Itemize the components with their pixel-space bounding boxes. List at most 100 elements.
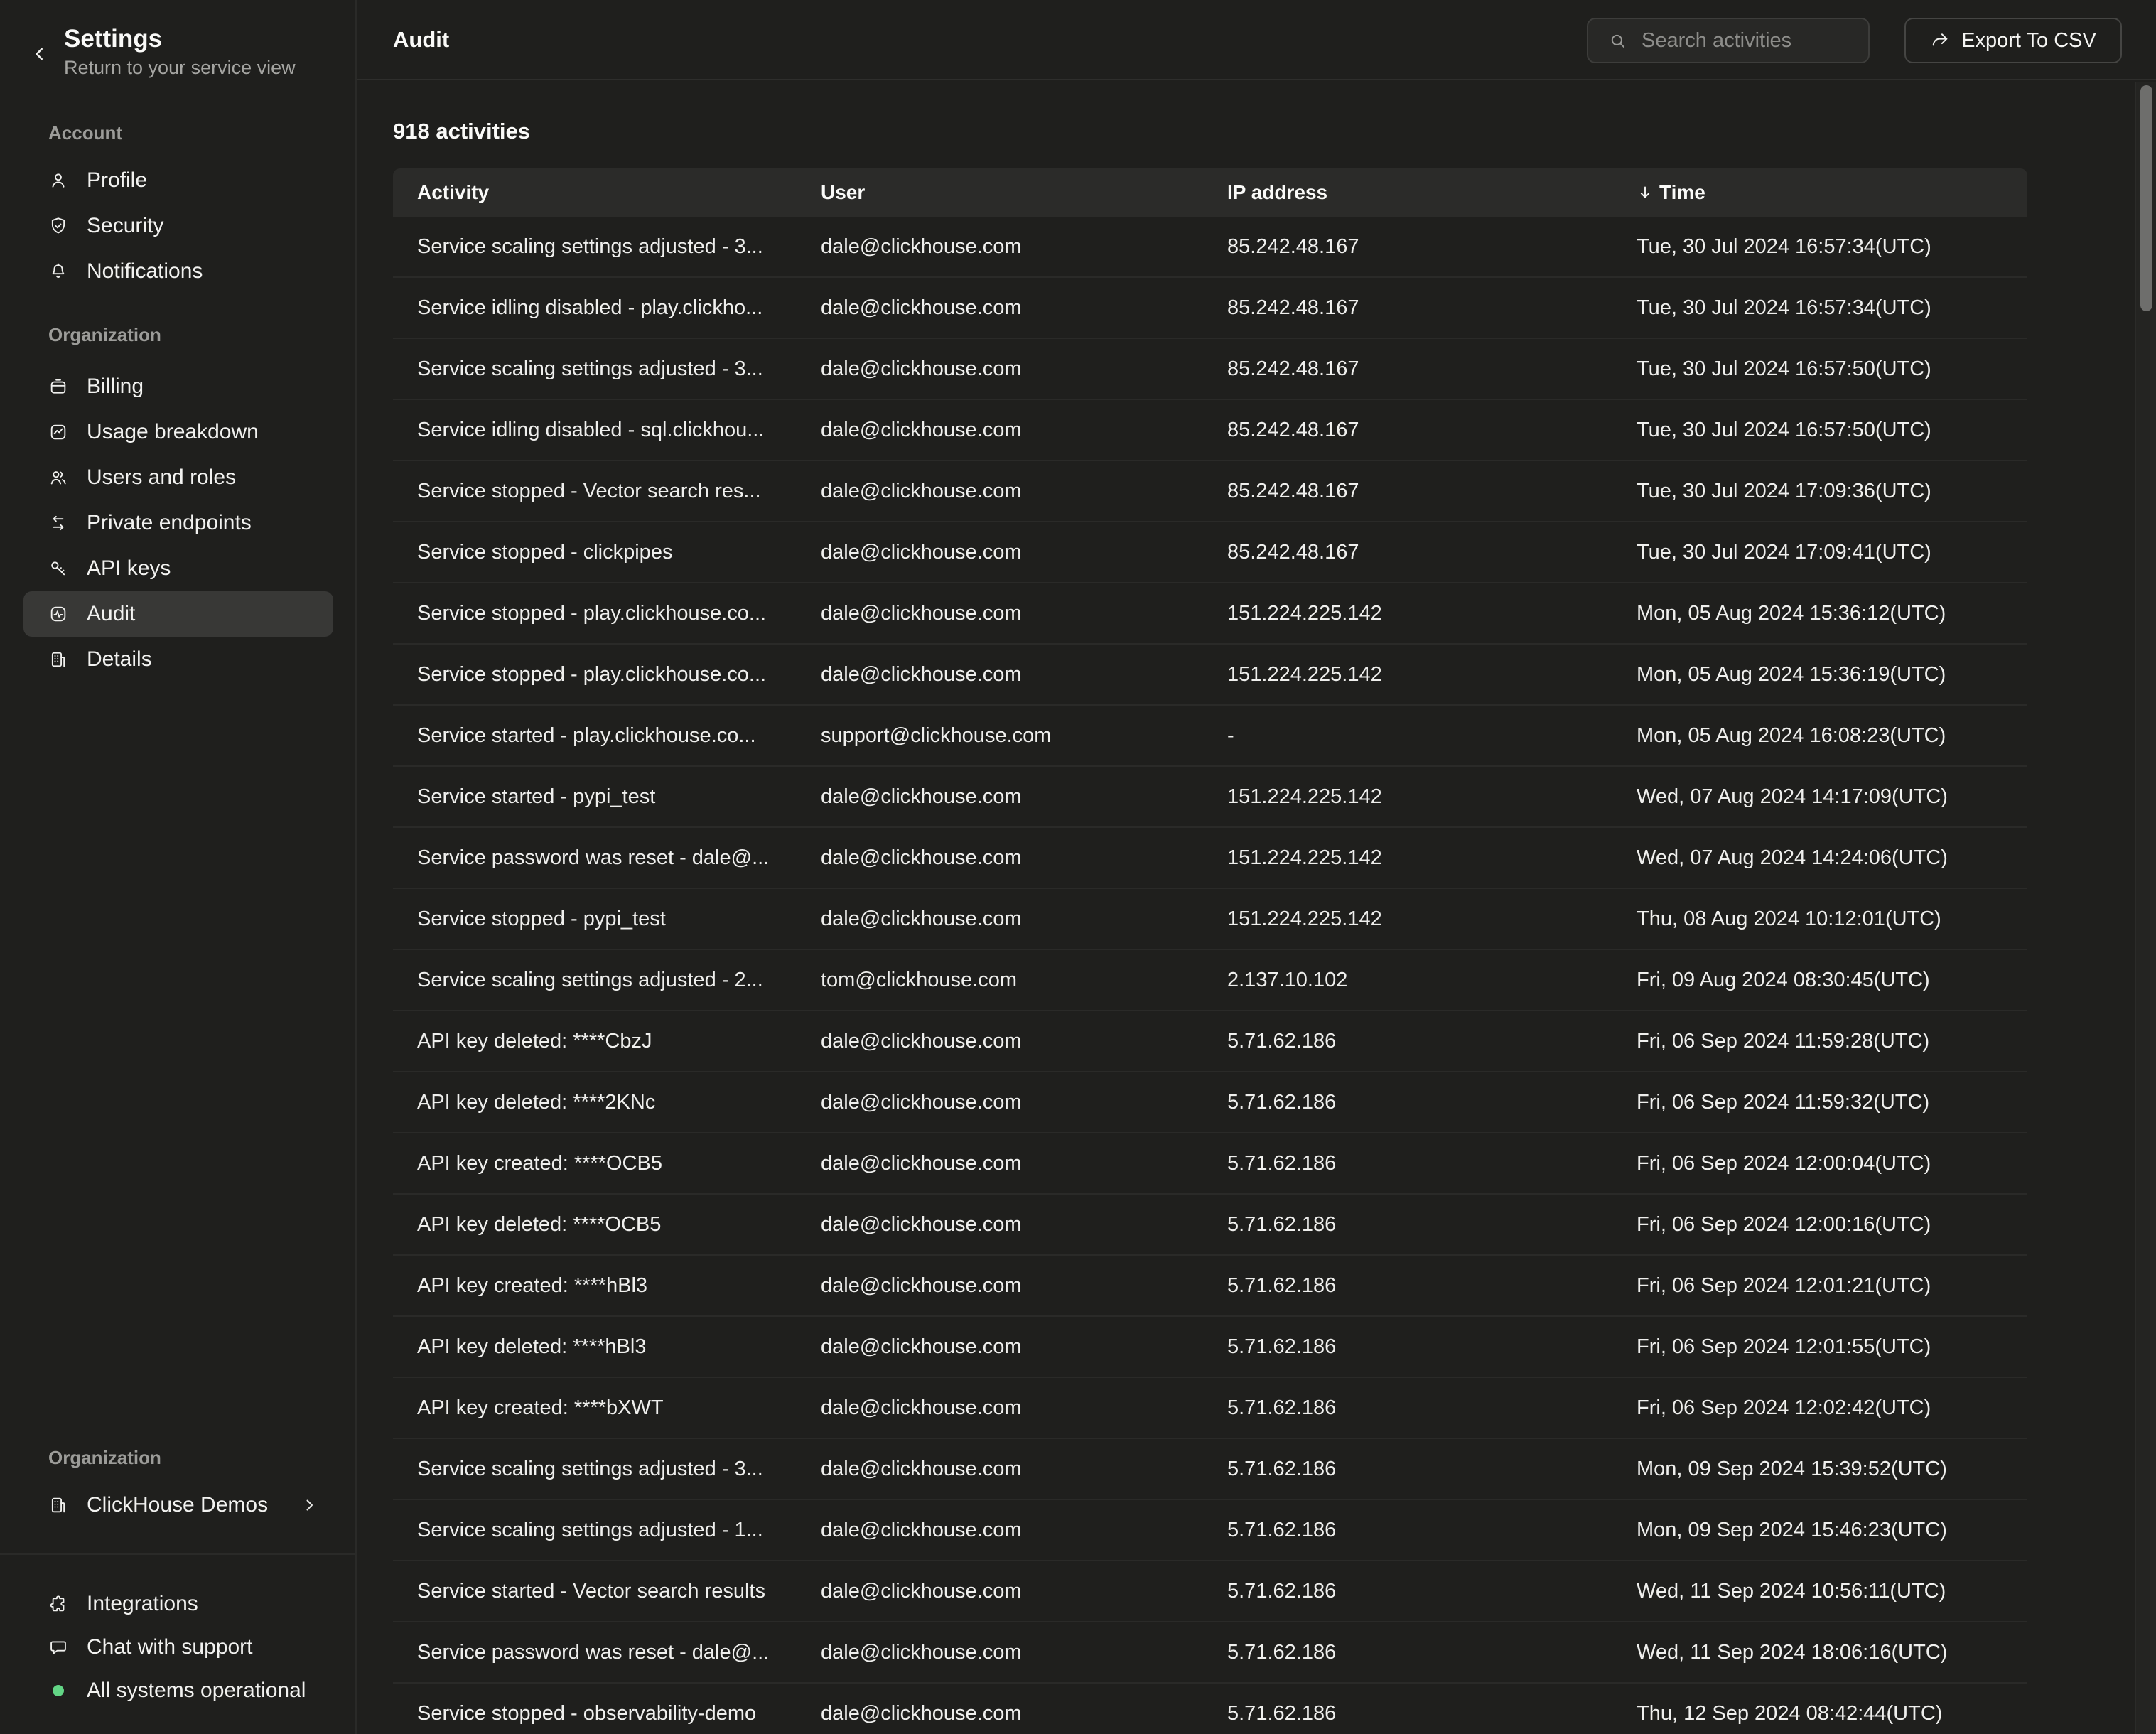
user-icon [48,171,68,190]
cell-time: Thu, 08 Aug 2024 10:12:01(UTC) [1637,908,2027,931]
scrollbar-thumb[interactable] [2140,85,2152,311]
cell-user: dale@clickhouse.com [821,541,1227,564]
cell-user: dale@clickhouse.com [821,1274,1227,1298]
cell-user: dale@clickhouse.com [821,357,1227,381]
table-row[interactable]: Service password was reset - dale@... da… [393,828,2027,889]
sidebar-item-label: Chat with support [87,1635,252,1659]
sidebar-item-usage-breakdown[interactable]: Usage breakdown [23,409,333,455]
billing-icon [48,377,68,397]
sidebar-item-private-endpoints[interactable]: Private endpoints [23,500,333,546]
cell-user: dale@clickhouse.com [821,419,1227,442]
cell-ip-address: 151.224.225.142 [1227,908,1637,931]
cell-activity: API key deleted: ****OCB5 [417,1213,821,1237]
cell-user: dale@clickhouse.com [821,908,1227,931]
sidebar-item-security[interactable]: Security [23,203,333,249]
building-icon [48,650,68,669]
search-input[interactable] [1640,28,1853,53]
column-header-user[interactable]: User [821,181,1227,204]
cell-time: Wed, 07 Aug 2024 14:17:09(UTC) [1637,785,2027,809]
table-row[interactable]: Service scaling settings adjusted - 3...… [393,1439,2027,1500]
column-header-time[interactable]: Time [1637,181,2027,204]
table-row[interactable]: Service scaling settings adjusted - 3...… [393,217,2027,278]
column-header-time-label: Time [1659,181,1705,204]
main-area: Audit Export To CSV 918 activities Activ… [357,0,2156,1734]
chevron-right-icon [301,1497,318,1514]
page-title: Audit [393,27,449,53]
cell-time: Mon, 09 Sep 2024 15:46:23(UTC) [1637,1519,2027,1542]
cell-user: dale@clickhouse.com [821,1641,1227,1664]
sidebar-item-label: Billing [87,375,144,399]
back-button[interactable] [26,40,54,68]
key-icon [48,559,68,578]
cell-user: dale@clickhouse.com [821,846,1227,870]
sidebar-item-notifications[interactable]: Notifications [23,249,333,294]
table-row[interactable]: Service stopped - observability-demo dal… [393,1684,2027,1734]
system-status[interactable]: All systems operational [23,1669,333,1712]
cell-activity: Service stopped - play.clickhouse.co... [417,602,821,625]
org-switcher[interactable]: ClickHouse Demos [23,1482,333,1528]
table-row[interactable]: Service stopped - play.clickhouse.co... … [393,583,2027,645]
cell-activity: API key deleted: ****hBl3 [417,1335,821,1359]
cell-user: dale@clickhouse.com [821,1152,1227,1175]
table-row[interactable]: Service idling disabled - play.clickho..… [393,278,2027,339]
sidebar-item-label: Integrations [87,1592,198,1616]
cell-time: Wed, 07 Aug 2024 14:24:06(UTC) [1637,846,2027,870]
table-row[interactable]: Service started - Vector search results … [393,1561,2027,1622]
table-row[interactable]: Service started - pypi_test dale@clickho… [393,767,2027,828]
cell-time: Wed, 11 Sep 2024 18:06:16(UTC) [1637,1641,2027,1664]
table-row[interactable]: API key created: ****hBl3 dale@clickhous… [393,1256,2027,1317]
table-row[interactable]: Service started - play.clickhouse.co... … [393,706,2027,767]
column-header-ip[interactable]: IP address [1227,181,1637,204]
cell-activity: Service password was reset - dale@... [417,1641,821,1664]
sidebar-item-chat-support[interactable]: Chat with support [23,1625,333,1669]
table-row[interactable]: Service scaling settings adjusted - 2...… [393,950,2027,1011]
table-row[interactable]: Service stopped - clickpipes dale@clickh… [393,522,2027,583]
table-row[interactable]: Service idling disabled - sql.clickhou..… [393,400,2027,461]
cell-ip-address: 5.71.62.186 [1227,1580,1637,1603]
cell-activity: Service started - play.clickhouse.co... [417,724,821,748]
sidebar-item-label: Security [87,214,163,238]
swap-arrows-icon [48,513,68,533]
cell-time: Fri, 06 Sep 2024 12:02:42(UTC) [1637,1396,2027,1420]
sidebar-item-integrations[interactable]: Integrations [23,1582,333,1625]
cell-activity: Service scaling settings adjusted - 3... [417,235,821,259]
cell-activity: Service stopped - Vector search res... [417,480,821,503]
table-row[interactable]: Service password was reset - dale@... da… [393,1622,2027,1684]
scrollbar-track[interactable] [2135,82,2156,1734]
sidebar-item-profile[interactable]: Profile [23,158,333,203]
table-row[interactable]: API key deleted: ****CbzJ dale@clickhous… [393,1011,2027,1072]
table-row[interactable]: API key deleted: ****OCB5 dale@clickhous… [393,1195,2027,1256]
table-row[interactable]: API key deleted: ****2KNc dale@clickhous… [393,1072,2027,1133]
account-nav: Profile Security Notifications [23,158,333,294]
cell-user: dale@clickhouse.com [821,1458,1227,1481]
search-box [1587,18,1870,63]
table-row[interactable]: Service stopped - pypi_test dale@clickho… [393,889,2027,950]
export-csv-button[interactable]: Export To CSV [1904,18,2122,63]
cell-user: support@clickhouse.com [821,724,1227,748]
cell-user: dale@clickhouse.com [821,1580,1227,1603]
cell-time: Mon, 05 Aug 2024 15:36:12(UTC) [1637,602,2027,625]
settings-title: Settings [64,24,296,54]
table-row[interactable]: Service scaling settings adjusted - 1...… [393,1500,2027,1561]
table-row[interactable]: API key created: ****bXWT dale@clickhous… [393,1378,2027,1439]
cell-ip-address: 5.71.62.186 [1227,1458,1637,1481]
sidebar-item-details[interactable]: Details [23,637,333,682]
sidebar-item-users-and-roles[interactable]: Users and roles [23,455,333,500]
settings-subtitle: Return to your service view [64,56,296,80]
activities-count: 918 activities [393,119,530,144]
cell-activity: Service started - Vector search results [417,1580,821,1603]
table-row[interactable]: API key deleted: ****hBl3 dale@clickhous… [393,1317,2027,1378]
cell-ip-address: 5.71.62.186 [1227,1519,1637,1542]
table-row[interactable]: Service scaling settings adjusted - 3...… [393,339,2027,400]
sidebar-item-api-keys[interactable]: API keys [23,546,333,591]
column-header-activity[interactable]: Activity [417,181,821,204]
sidebar-item-billing[interactable]: Billing [23,364,333,409]
cell-ip-address: 5.71.62.186 [1227,1335,1637,1359]
cell-ip-address: 151.224.225.142 [1227,846,1637,870]
table-row[interactable]: API key created: ****OCB5 dale@clickhous… [393,1133,2027,1195]
cell-user: dale@clickhouse.com [821,1519,1227,1542]
table-row[interactable]: Service stopped - play.clickhouse.co... … [393,645,2027,706]
sidebar-item-audit[interactable]: Audit [23,591,333,637]
table-row[interactable]: Service stopped - Vector search res... d… [393,461,2027,522]
cell-ip-address: - [1227,724,1637,748]
